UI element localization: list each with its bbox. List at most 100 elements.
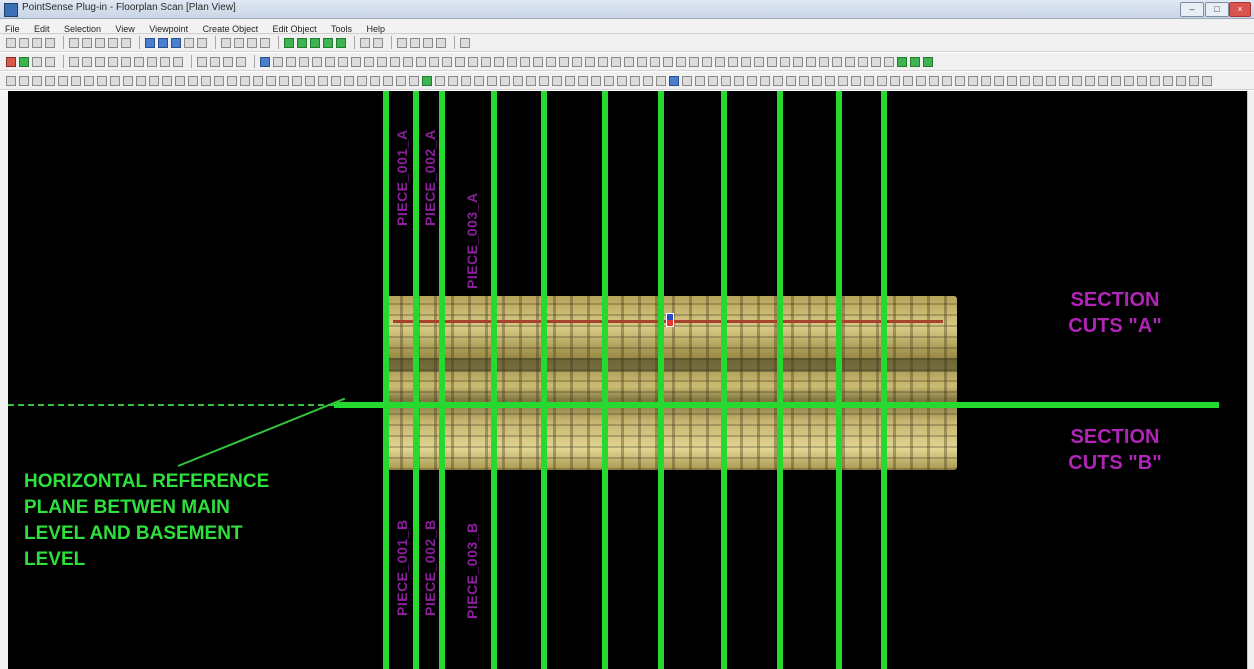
toolbar-tool-icon[interactable] xyxy=(598,56,608,67)
toolbar-tool-icon[interactable] xyxy=(1020,75,1030,86)
close-button[interactable]: × xyxy=(1229,2,1251,17)
toolbar-tool-icon[interactable] xyxy=(184,37,194,48)
toolbar-tool-icon[interactable] xyxy=(32,56,42,67)
toolbar-tool-icon[interactable] xyxy=(410,37,420,48)
section-cut-line[interactable] xyxy=(541,91,547,669)
toolbar-tool-icon[interactable] xyxy=(1150,75,1160,86)
toolbar-tool-icon[interactable] xyxy=(676,56,686,67)
toolbar-tool-icon[interactable] xyxy=(253,75,263,86)
toolbar-tool-icon[interactable] xyxy=(227,75,237,86)
toolbar-tool-icon[interactable] xyxy=(1098,75,1108,86)
toolbar-tool-icon[interactable] xyxy=(6,75,16,86)
toolbar-tool-icon[interactable] xyxy=(121,37,131,48)
toolbar-tool-icon[interactable] xyxy=(565,75,575,86)
toolbar-tool-icon[interactable] xyxy=(338,56,348,67)
toolbar-tool-icon[interactable] xyxy=(728,56,738,67)
toolbar-tool-icon[interactable] xyxy=(305,75,315,86)
toolbar-tool-icon[interactable] xyxy=(370,75,380,86)
toolbar-tool-icon[interactable] xyxy=(234,37,244,48)
toolbar-tool-icon[interactable] xyxy=(702,56,712,67)
toolbar-tool-icon[interactable] xyxy=(201,75,211,86)
toolbar-tool-icon[interactable] xyxy=(767,56,777,67)
toolbar-tool-icon[interactable] xyxy=(825,75,835,86)
toolbar-tool-icon[interactable] xyxy=(97,75,107,86)
toolbar-tool-icon[interactable] xyxy=(903,75,913,86)
toolbar-tool-icon[interactable] xyxy=(292,75,302,86)
toolbar-tool-icon[interactable] xyxy=(197,56,207,67)
toolbar-tool-icon[interactable] xyxy=(121,56,131,67)
toolbar-tool-icon[interactable] xyxy=(1072,75,1082,86)
toolbar-tool-icon[interactable] xyxy=(323,37,333,48)
toolbar-tool-icon[interactable] xyxy=(715,56,725,67)
toolbar-tool-icon[interactable] xyxy=(1033,75,1043,86)
toolbar-tool-icon[interactable] xyxy=(19,75,29,86)
toolbar-tool-icon[interactable] xyxy=(297,37,307,48)
toolbar-tool-icon[interactable] xyxy=(845,56,855,67)
toolbar-tool-icon[interactable] xyxy=(403,56,413,67)
toolbar-tool-icon[interactable] xyxy=(754,56,764,67)
section-cut-line[interactable] xyxy=(777,91,783,669)
toolbar-tool-icon[interactable] xyxy=(487,75,497,86)
toolbar-tool-icon[interactable] xyxy=(82,56,92,67)
toolbar-tool-icon[interactable] xyxy=(331,75,341,86)
toolbar-tool-icon[interactable] xyxy=(793,56,803,67)
toolbar-tool-icon[interactable] xyxy=(851,75,861,86)
toolbar-tool-icon[interactable] xyxy=(108,37,118,48)
toolbar-tool-icon[interactable] xyxy=(812,75,822,86)
toolbar-tool-icon[interactable] xyxy=(682,75,692,86)
toolbar-tool-icon[interactable] xyxy=(299,56,309,67)
toolbar-tool-icon[interactable] xyxy=(1059,75,1069,86)
toolbar-tool-icon[interactable] xyxy=(689,56,699,67)
toolbar-tool-icon[interactable] xyxy=(643,75,653,86)
drawing-viewport[interactable]: PIECE_001_A PIECE_002_A PIECE_003_A PIEC… xyxy=(8,91,1247,669)
toolbar-tool-icon[interactable] xyxy=(858,56,868,67)
toolbar-tool-icon[interactable] xyxy=(884,56,894,67)
toolbar-tool-icon[interactable] xyxy=(377,56,387,67)
toolbar-tool-icon[interactable] xyxy=(373,37,383,48)
toolbar-tool-icon[interactable] xyxy=(637,56,647,67)
toolbar-tool-icon[interactable] xyxy=(435,75,445,86)
toolbar-tool-icon[interactable] xyxy=(95,56,105,67)
toolbar-tool-icon[interactable] xyxy=(585,56,595,67)
toolbar-tool-icon[interactable] xyxy=(780,56,790,67)
toolbar-tool-icon[interactable] xyxy=(1137,75,1147,86)
toolbar-tool-icon[interactable] xyxy=(247,37,257,48)
toolbar-tool-icon[interactable] xyxy=(69,56,79,67)
toolbar-tool-icon[interactable] xyxy=(58,75,68,86)
toolbar-tool-icon[interactable] xyxy=(158,37,168,48)
toolbar-tool-icon[interactable] xyxy=(1085,75,1095,86)
toolbar-tool-icon[interactable] xyxy=(942,75,952,86)
toolbar-tool-icon[interactable] xyxy=(838,75,848,86)
toolbar-tool-icon[interactable] xyxy=(955,75,965,86)
toolbar-tool-icon[interactable] xyxy=(221,37,231,48)
toolbar-tool-icon[interactable] xyxy=(923,56,933,67)
toolbar-tool-icon[interactable] xyxy=(136,75,146,86)
toolbar-tool-icon[interactable] xyxy=(786,75,796,86)
maximize-button[interactable]: □ xyxy=(1205,2,1229,17)
toolbar-tool-icon[interactable] xyxy=(197,37,207,48)
toolbar-tool-icon[interactable] xyxy=(69,37,79,48)
toolbar-tool-icon[interactable] xyxy=(741,56,751,67)
toolbar-tool-icon[interactable] xyxy=(910,56,920,67)
toolbar-tool-icon[interactable] xyxy=(897,56,907,67)
toolbar-tool-icon[interactable] xyxy=(474,75,484,86)
toolbar-tool-icon[interactable] xyxy=(695,75,705,86)
toolbar-tool-icon[interactable] xyxy=(210,56,220,67)
toolbar-tool-icon[interactable] xyxy=(436,37,446,48)
toolbar-tool-icon[interactable] xyxy=(877,75,887,86)
toolbar-tool-icon[interactable] xyxy=(604,75,614,86)
toolbar-tool-icon[interactable] xyxy=(734,75,744,86)
toolbar-tool-icon[interactable] xyxy=(461,75,471,86)
toolbar-tool-icon[interactable] xyxy=(539,75,549,86)
toolbar-tool-icon[interactable] xyxy=(1189,75,1199,86)
toolbar-tool-icon[interactable] xyxy=(864,75,874,86)
toolbar-tool-icon[interactable] xyxy=(429,56,439,67)
toolbar-tool-icon[interactable] xyxy=(286,56,296,67)
toolbar-tool-icon[interactable] xyxy=(383,75,393,86)
toolbar-tool-icon[interactable] xyxy=(819,56,829,67)
right-dock-strip[interactable] xyxy=(1247,91,1254,669)
toolbar-tool-icon[interactable] xyxy=(1046,75,1056,86)
toolbar-tool-icon[interactable] xyxy=(663,56,673,67)
toolbar-tool-icon[interactable] xyxy=(223,56,233,67)
toolbar-tool-icon[interactable] xyxy=(747,75,757,86)
